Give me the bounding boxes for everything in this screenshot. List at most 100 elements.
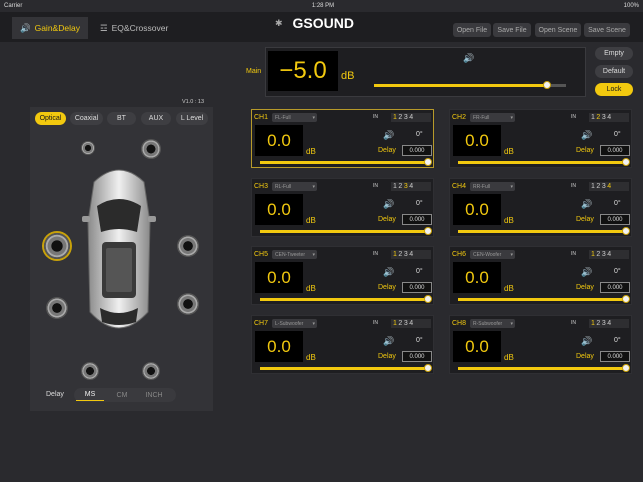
channel-gain-slider-knob[interactable] (622, 227, 630, 235)
channel-gain-display[interactable]: 0.0 (255, 331, 303, 362)
channel-gain-display[interactable]: 0.0 (453, 194, 501, 225)
channel-gain-slider-knob[interactable] (622, 295, 630, 303)
default-button[interactable]: Default (595, 65, 633, 78)
channel-delay-input[interactable]: 0.000 (600, 145, 630, 156)
main-volume-display[interactable]: −5.0 (268, 51, 338, 91)
channel-route-select[interactable]: RR-Full ▾ (470, 182, 515, 191)
channel-gain-display[interactable]: 0.0 (255, 194, 303, 225)
unit-ms-button[interactable]: MS (76, 389, 104, 401)
channel-phase[interactable]: 0° (614, 268, 621, 275)
input-option[interactable]: 3 (404, 183, 408, 190)
input-option[interactable]: 1 (591, 251, 595, 258)
input-option[interactable]: 2 (596, 114, 600, 121)
channel-delay-input[interactable]: 0.000 (600, 351, 630, 362)
channel-card[interactable]: CH5 CEN-Tweeter ▾ IN 1234 0.0 dB 🔊 0° Del… (251, 246, 434, 305)
channel-gain-slider-knob[interactable] (424, 295, 432, 303)
channel-route-select[interactable]: RL-Full ▾ (272, 182, 317, 191)
input-option[interactable]: 2 (596, 320, 600, 327)
channel-route-select[interactable]: R-Subwoofer ▾ (470, 319, 515, 328)
channel-gain-slider-knob[interactable] (424, 158, 432, 166)
speaker-front-right-icon[interactable] (177, 235, 199, 257)
channel-gain-slider[interactable] (458, 364, 630, 372)
source-coaxial-button[interactable]: Coaxial (70, 112, 103, 125)
input-option[interactable]: 4 (409, 114, 413, 121)
unit-inch-button[interactable]: INCH (140, 389, 168, 401)
channel-gain-display[interactable]: 0.0 (255, 262, 303, 293)
channel-gain-slider-knob[interactable] (424, 364, 432, 372)
channel-card[interactable]: CH4 RR-Full ▾ IN 1234 0.0 dB 🔊 0° Delay 0… (449, 178, 632, 237)
channel-delay-input[interactable]: 0.000 (600, 282, 630, 293)
volume-icon[interactable]: 🔊 (581, 267, 592, 278)
source-l-level-button[interactable]: L Level (176, 112, 208, 125)
main-volume-slider-knob[interactable] (542, 81, 551, 89)
input-option[interactable]: 4 (607, 251, 611, 258)
speaker-rear-right-icon[interactable] (177, 293, 199, 315)
input-option[interactable]: 2 (398, 114, 402, 121)
channel-route-select[interactable]: L-Subwoofer ▾ (272, 319, 317, 328)
tab-gain-delay[interactable]: 🔊 Gain&Delay (12, 17, 88, 39)
channel-gain-display[interactable]: 0.0 (255, 125, 303, 156)
input-option[interactable]: 2 (596, 251, 600, 258)
channel-gain-slider[interactable] (260, 364, 432, 372)
speaker-subwoofer-right-icon[interactable] (142, 362, 160, 380)
channel-card[interactable]: CH3 RL-Full ▾ IN 1234 0.0 dB 🔊 0° Delay 0… (251, 178, 434, 237)
channel-gain-display[interactable]: 0.0 (453, 331, 501, 362)
speaker-front-right-tweeter-icon[interactable] (141, 139, 161, 159)
main-volume-slider[interactable] (374, 81, 566, 89)
input-option[interactable]: 3 (602, 183, 606, 190)
input-option[interactable]: 4 (607, 320, 611, 327)
channel-phase[interactable]: 0° (416, 268, 423, 275)
channel-card[interactable]: CH8 R-Subwoofer ▾ IN 1234 0.0 dB 🔊 0° Del… (449, 315, 632, 374)
channel-gain-slider-knob[interactable] (622, 158, 630, 166)
input-option[interactable]: 1 (591, 183, 595, 190)
channel-gain-slider[interactable] (458, 295, 630, 303)
channel-card[interactable]: CH1 FL-Full ▾ IN 1234 0.0 dB 🔊 0° Delay 0… (251, 109, 434, 168)
input-option[interactable]: 2 (398, 183, 402, 190)
volume-icon[interactable]: 🔊 (383, 130, 394, 141)
channel-delay-input[interactable]: 0.000 (402, 282, 432, 293)
unit-cm-button[interactable]: CM (108, 389, 136, 401)
channel-card[interactable]: CH7 L-Subwoofer ▾ IN 1234 0.0 dB 🔊 0° Del… (251, 315, 434, 374)
channel-route-select[interactable]: CEN-Woofer ▾ (470, 250, 515, 259)
channel-gain-slider[interactable] (260, 227, 432, 235)
channel-gain-slider[interactable] (458, 158, 630, 166)
channel-phase[interactable]: 0° (416, 131, 423, 138)
channel-phase[interactable]: 0° (416, 337, 423, 344)
channel-delay-input[interactable]: 0.000 (402, 351, 432, 362)
volume-icon[interactable]: 🔊 (581, 336, 592, 347)
input-option[interactable]: 3 (602, 320, 606, 327)
input-option[interactable]: 3 (404, 251, 408, 258)
input-option[interactable]: 1 (393, 320, 397, 327)
volume-icon[interactable]: 🔊 (383, 336, 394, 347)
input-option[interactable]: 4 (607, 183, 611, 190)
source-bt-button[interactable]: BT (107, 112, 136, 125)
input-option[interactable]: 2 (398, 251, 402, 258)
channel-route-select[interactable]: FR-Full ▾ (470, 113, 515, 122)
channel-phase[interactable]: 0° (416, 200, 423, 207)
channel-delay-input[interactable]: 0.000 (402, 145, 432, 156)
channel-card[interactable]: CH6 CEN-Woofer ▾ IN 1234 0.0 dB 🔊 0° Dela… (449, 246, 632, 305)
speaker-front-left-tweeter-icon[interactable] (81, 141, 95, 155)
volume-icon[interactable]: 🔊 (383, 199, 394, 210)
input-option[interactable]: 4 (409, 183, 413, 190)
input-option[interactable]: 3 (404, 320, 408, 327)
channel-phase[interactable]: 0° (614, 200, 621, 207)
open-file-button[interactable]: Open File (453, 23, 491, 37)
input-option[interactable]: 3 (602, 251, 606, 258)
lock-button[interactable]: Lock (595, 83, 633, 96)
input-option[interactable]: 4 (409, 320, 413, 327)
input-option[interactable]: 3 (602, 114, 606, 121)
source-optical-button[interactable]: Optical (35, 112, 66, 125)
bluetooth-icon[interactable]: ✱ (275, 18, 283, 29)
input-option[interactable]: 4 (607, 114, 611, 121)
channel-gain-display[interactable]: 0.0 (453, 262, 501, 293)
input-option[interactable]: 3 (404, 114, 408, 121)
input-option[interactable]: 2 (596, 183, 600, 190)
channel-route-select[interactable]: FL-Full ▾ (272, 113, 317, 122)
volume-icon[interactable]: 🔊 (581, 199, 592, 210)
speaker-front-left-icon[interactable] (44, 233, 70, 259)
input-option[interactable]: 4 (409, 251, 413, 258)
channel-phase[interactable]: 0° (614, 131, 621, 138)
channel-delay-input[interactable]: 0.000 (600, 214, 630, 225)
open-scene-button[interactable]: Open Scene (535, 23, 581, 37)
